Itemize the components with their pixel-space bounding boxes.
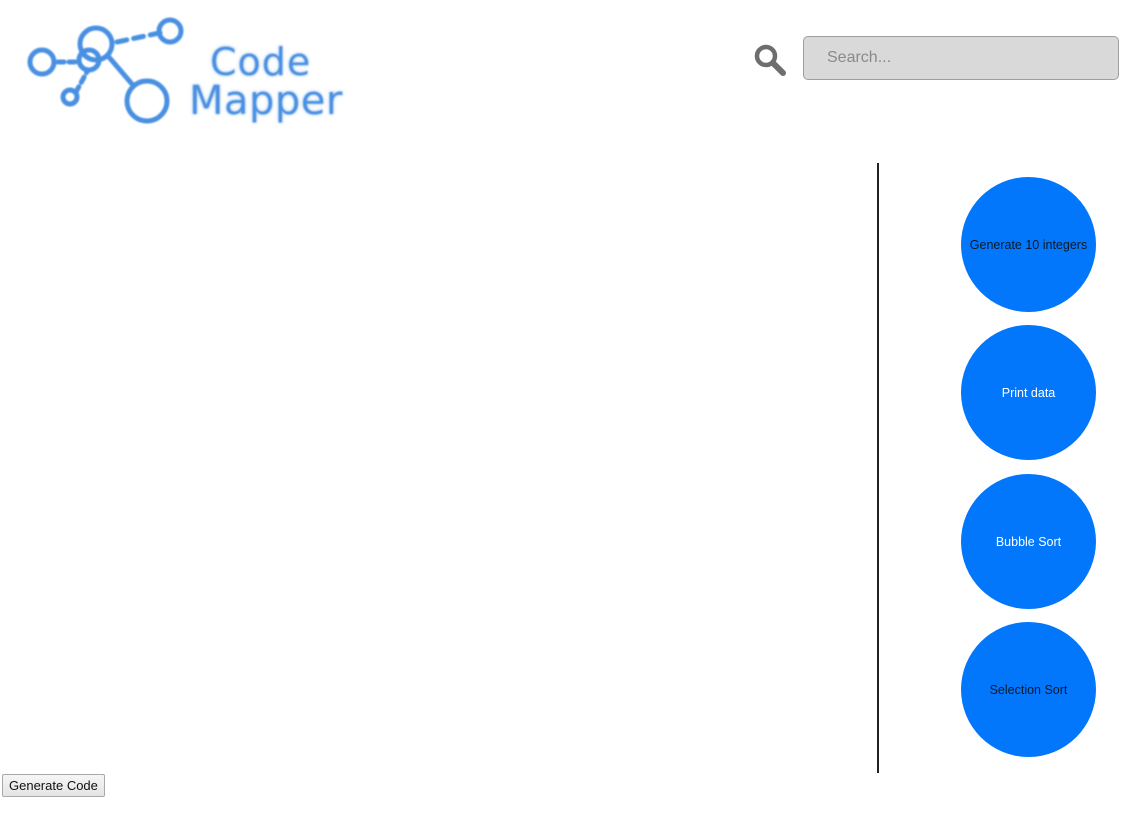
block-label: Selection Sort <box>989 682 1068 697</box>
search-input[interactable] <box>803 36 1119 80</box>
panel-divider <box>877 163 879 773</box>
code-canvas[interactable] <box>0 150 870 770</box>
search-icon[interactable] <box>752 42 788 78</box>
block-label: Bubble Sort <box>995 534 1062 549</box>
block-selection-sort[interactable]: Selection Sort <box>961 622 1096 757</box>
block-print-data[interactable]: Print data <box>961 325 1096 460</box>
block-generate-10-integers[interactable]: Generate 10 integers <box>961 177 1096 312</box>
logo-text-mapper: Mapper <box>189 78 343 124</box>
generate-code-button[interactable]: Generate Code <box>2 774 105 797</box>
block-label: Generate 10 integers <box>969 237 1088 252</box>
block-bubble-sort[interactable]: Bubble Sort <box>961 474 1096 609</box>
block-label: Print data <box>1001 385 1056 400</box>
page: Code Mapper Generate 10 integers Print d… <box>0 0 1138 814</box>
logo: Code Mapper <box>22 12 362 136</box>
